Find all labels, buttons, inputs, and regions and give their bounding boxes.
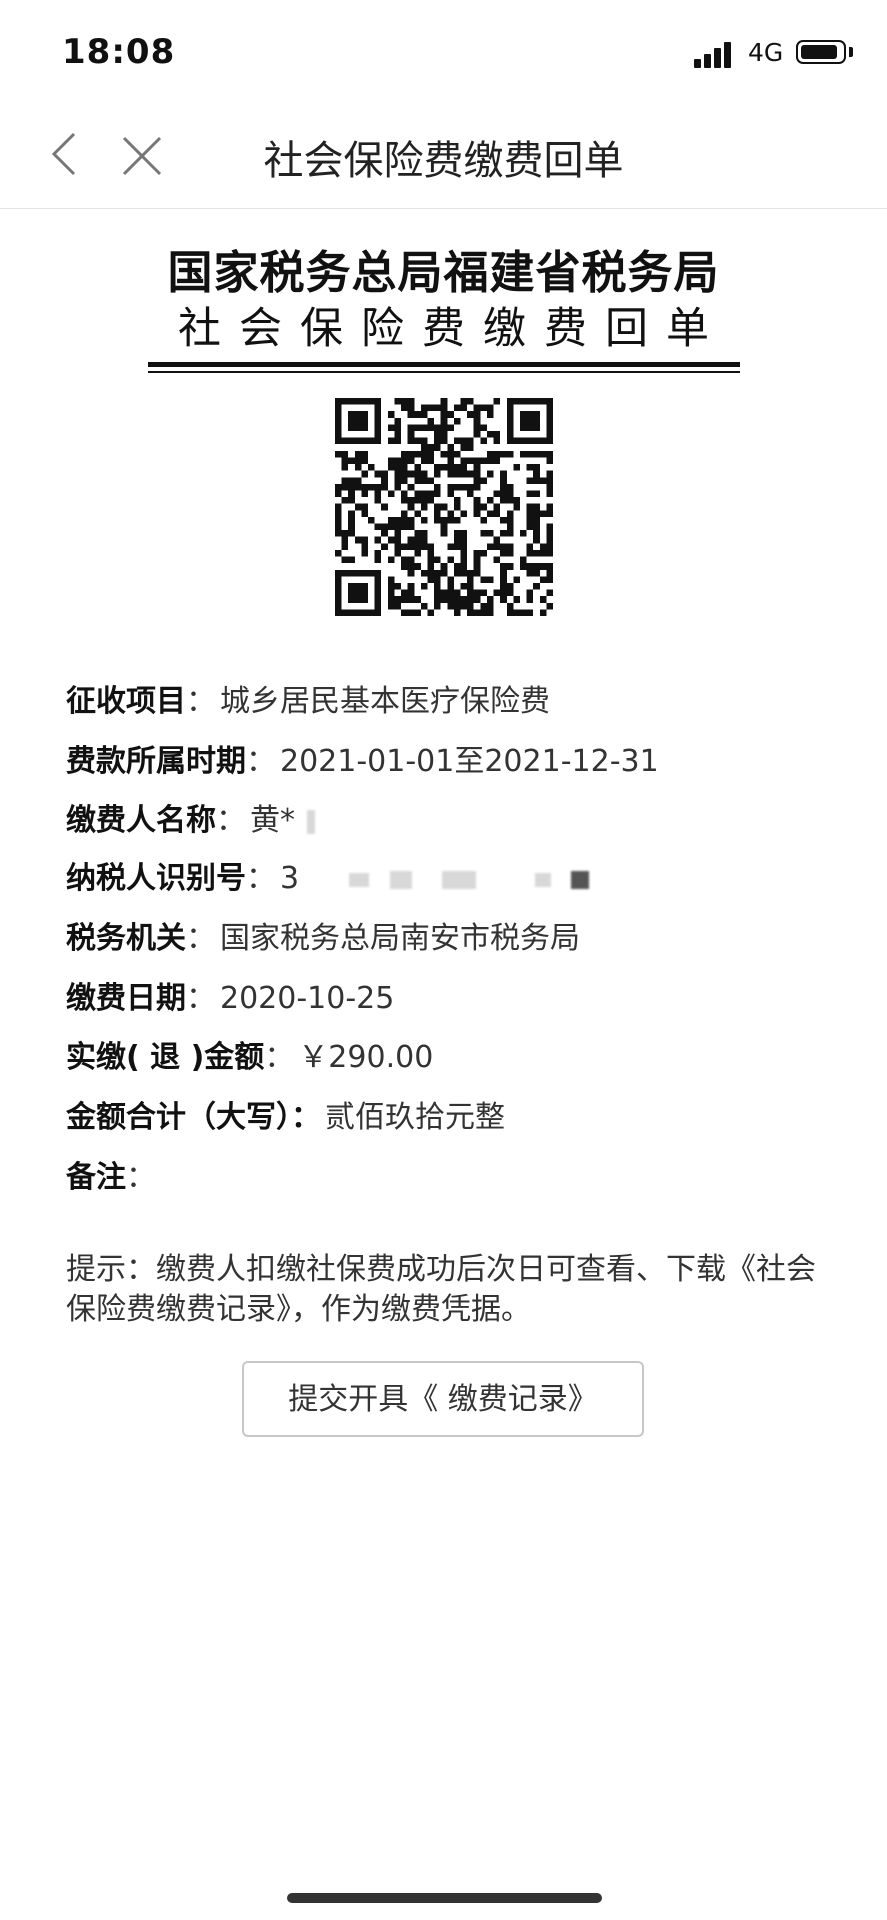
battery-tip xyxy=(849,47,853,57)
field-label: 备注 xyxy=(66,1160,126,1195)
field-label: 实缴( 退 )金额 xyxy=(66,1040,265,1075)
submit-record-button[interactable]: 提交开具《 缴费记录》 xyxy=(242,1361,644,1437)
status-time: 18:08 xyxy=(62,32,176,72)
field-value: 2021-01-01至2021-12-31 xyxy=(280,744,659,779)
nav-bar: 社会保险费缴费回单 xyxy=(0,100,887,209)
field-label: 税务机关 xyxy=(66,921,186,956)
field-value: 贰佰玖拾元整 xyxy=(325,1100,505,1135)
field-value: 国家税务总局南安市税务局 xyxy=(220,921,580,956)
title-divider xyxy=(148,362,740,367)
redacted-area xyxy=(348,872,369,887)
issuing-authority: 国家税务总局福建省税务局 xyxy=(167,246,720,299)
tip-text: 提示：缴费人扣缴社保费成功后次日可查看、下载《社会保险费缴费记录》，作为缴费凭据… xyxy=(66,1252,816,1327)
field-remarks: 备注： xyxy=(66,1160,156,1195)
field-fee-period: 费款所属时期： 2021-01-01至2021-12-31 xyxy=(66,744,659,779)
qr-code-icon xyxy=(335,398,553,616)
field-tax-authority: 税务机关： 国家税务总局南安市税务局 xyxy=(66,921,580,956)
field-paid-amount: 实缴( 退 )金额： ￥290.00 xyxy=(66,1040,434,1075)
redacted-area xyxy=(306,809,315,834)
status-bar: 18:08 4G xyxy=(0,0,887,100)
field-label: 纳税人识别号 xyxy=(66,861,246,896)
field-taxpayer-id: 纳税人识别号： 3 xyxy=(66,853,589,897)
field-label: 金额合计（大写）： xyxy=(66,1100,321,1135)
field-label: 缴费日期 xyxy=(66,981,186,1016)
field-label: 费款所属时期 xyxy=(66,744,246,779)
network-type: 4G xyxy=(748,38,784,67)
field-value: 黄* xyxy=(250,803,295,838)
field-value: ￥290.00 xyxy=(298,1040,434,1075)
redacted-area xyxy=(535,872,552,887)
redacted-area xyxy=(570,870,589,889)
field-amount-total-in-words: 金额合计（大写）： 贰佰玖拾元整 xyxy=(66,1092,505,1136)
field-payment-date: 缴费日期： 2020-10-25 xyxy=(66,981,395,1016)
page-title: 社会保险费缴费回单 xyxy=(263,138,624,184)
field-label: 征收项目 xyxy=(66,684,186,719)
field-value: 3 xyxy=(280,861,300,896)
home-indicator[interactable] xyxy=(287,1893,602,1903)
field-label: 缴费人名称 xyxy=(66,803,216,838)
field-payer-name: 缴费人名称： 黄* xyxy=(66,795,315,839)
field-collection-item: 征收项目： 城乡居民基本医疗保险费 xyxy=(66,684,550,719)
signal-icon xyxy=(694,40,738,68)
redacted-area xyxy=(390,870,413,889)
field-value: 2020-10-25 xyxy=(220,981,395,1016)
battery-icon xyxy=(796,40,846,64)
document-title: 社会保险费缴费回单 xyxy=(178,304,727,354)
redacted-area xyxy=(441,870,476,889)
title-divider-thin xyxy=(148,371,740,373)
field-value: 城乡居民基本医疗保险费 xyxy=(220,684,550,719)
